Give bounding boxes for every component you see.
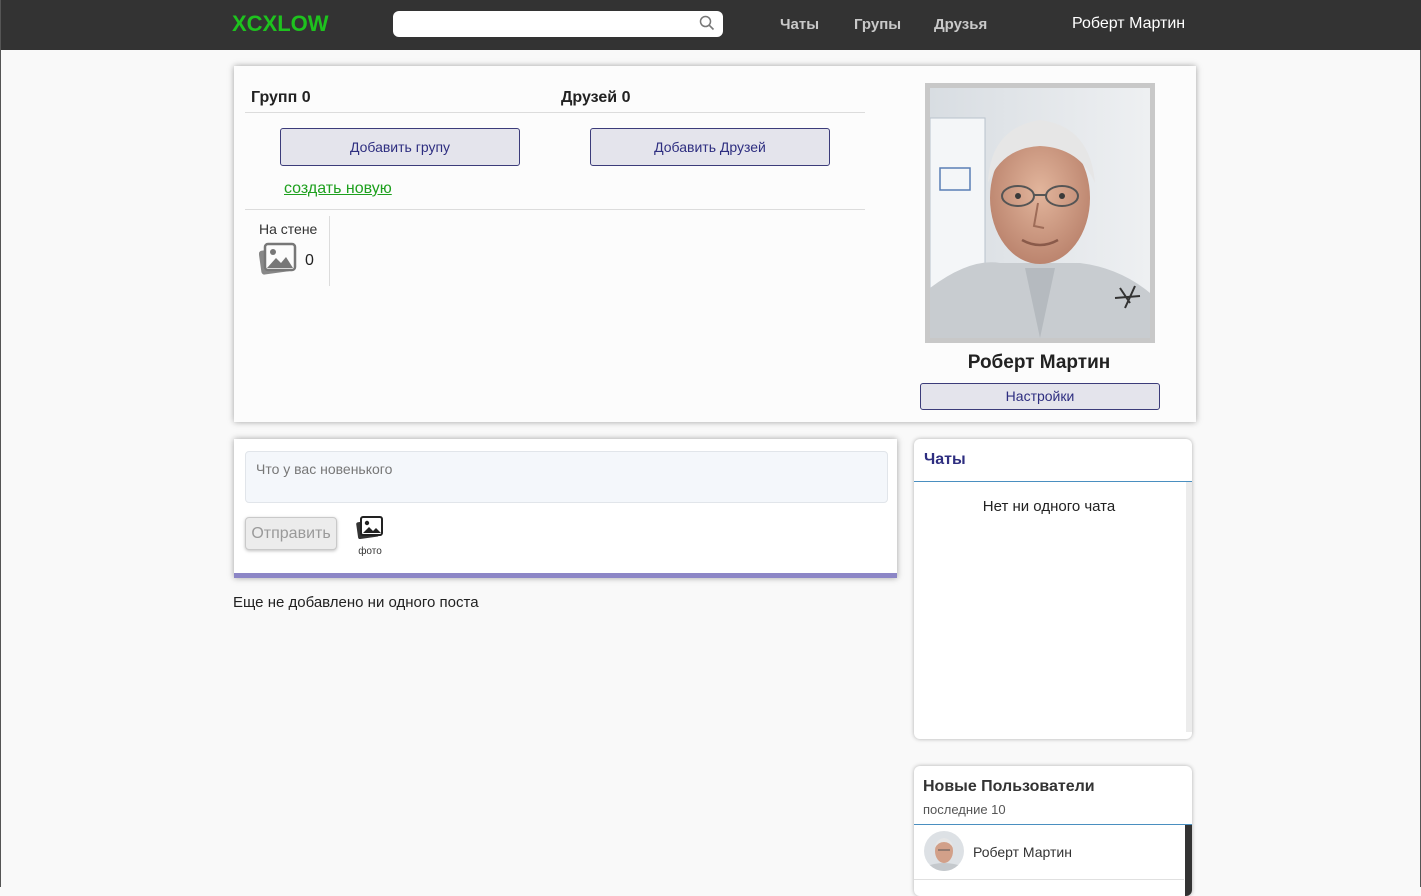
chats-panel: Чаты Нет ни одного чата xyxy=(914,439,1192,739)
settings-button[interactable]: Настройки xyxy=(920,383,1160,410)
post-composer: Что у вас новенького Отправить фото xyxy=(234,439,897,578)
current-user-name[interactable]: Роберт Мартин xyxy=(1072,15,1185,33)
groups-count[interactable]: Групп 0 xyxy=(251,89,311,107)
profile-avatar[interactable] xyxy=(925,83,1155,343)
divider xyxy=(329,216,330,286)
friends-count[interactable]: Друзей 0 xyxy=(561,89,630,107)
image-icon xyxy=(356,516,383,540)
add-friends-button[interactable]: Добавить Друзей xyxy=(590,128,830,166)
nav-chats-link[interactable]: Чаты xyxy=(780,16,819,33)
chats-scrollbar[interactable] xyxy=(1186,482,1192,732)
avatar[interactable] xyxy=(924,831,964,871)
nav-friends-link[interactable]: Друзья xyxy=(934,16,987,33)
search-input[interactable] xyxy=(393,11,723,37)
search-icon[interactable] xyxy=(699,15,715,31)
profile-card: Групп 0 Друзей 0 Добавить групу Добавить… xyxy=(234,66,1196,422)
users-scrollbar[interactable] xyxy=(1185,825,1192,896)
divider xyxy=(914,481,1192,482)
profile-photo xyxy=(930,88,1150,338)
new-users-panel: Новые Пользователи последние 10 Роберт М… xyxy=(914,766,1192,896)
site-logo[interactable]: XCXLOW xyxy=(232,11,329,37)
wall-photo-count: 0 xyxy=(305,252,314,269)
nav-groups-link[interactable]: Групы xyxy=(854,16,901,33)
composer-accent-bar xyxy=(234,573,897,578)
list-item[interactable]: Роберт Мартин xyxy=(914,825,1184,880)
wall-label: На стене xyxy=(259,221,318,237)
photo-label: фото xyxy=(358,546,382,557)
send-post-button[interactable]: Отправить xyxy=(245,517,337,550)
no-chats-message: Нет ни одного чата xyxy=(982,498,1116,515)
user-name[interactable]: Роберт Мартин xyxy=(973,844,1072,860)
no-posts-message: Еще не добавлено ни одного поста xyxy=(233,594,479,611)
gallery-icon[interactable] xyxy=(259,242,297,278)
create-group-link[interactable]: создать новую xyxy=(284,180,392,198)
post-input[interactable]: Что у вас новенького xyxy=(245,451,888,503)
new-users-subtitle: последние 10 xyxy=(923,802,1006,817)
divider xyxy=(914,879,1184,880)
top-navigation-bar: XCXLOW Чаты Групы Друзья Роберт Мартин xyxy=(1,0,1421,50)
divider xyxy=(245,209,865,210)
divider xyxy=(245,112,865,113)
new-users-title: Новые Пользователи xyxy=(923,778,1095,795)
attach-photo-button[interactable]: фото xyxy=(355,516,385,557)
chats-title[interactable]: Чаты xyxy=(924,451,966,469)
profile-name: Роберт Мартин xyxy=(967,352,1111,373)
avatar-photo xyxy=(924,831,964,871)
add-group-button[interactable]: Добавить групу xyxy=(280,128,520,166)
